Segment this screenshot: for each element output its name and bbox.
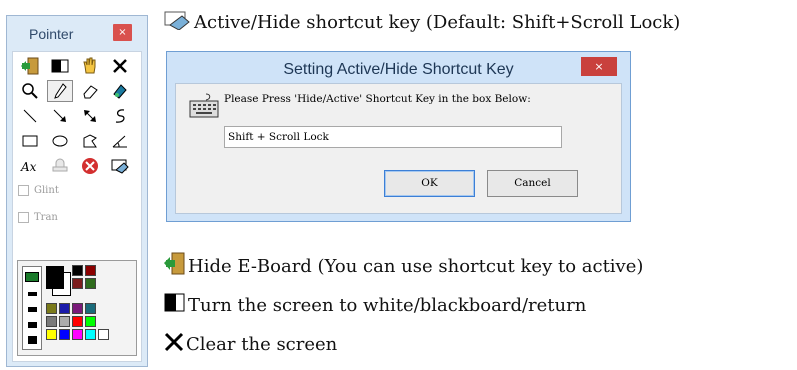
dialog-prompt: Please Press 'Hide/Active' Shortcut Key … bbox=[224, 93, 531, 105]
color-swatch[interactable] bbox=[85, 316, 96, 327]
eraser-icon[interactable] bbox=[77, 80, 103, 102]
color-swatch[interactable] bbox=[85, 329, 96, 340]
pen-width-option[interactable] bbox=[28, 336, 37, 344]
palette-body: Ax Glint Tran bbox=[12, 51, 142, 362]
hide-door-icon[interactable] bbox=[17, 55, 43, 77]
polygon-icon[interactable] bbox=[77, 130, 103, 152]
ok-button[interactable]: OK bbox=[384, 170, 475, 197]
shortcut-key-dialog: Setting Active/Hide Shortcut Key × Pleas… bbox=[166, 51, 631, 222]
magnifier-icon[interactable] bbox=[17, 80, 43, 102]
help-line-turn-screen: Turn the screen to white/blackboard/retu… bbox=[164, 293, 586, 318]
color-swatch[interactable] bbox=[59, 329, 70, 340]
arrow-icon[interactable] bbox=[47, 105, 73, 127]
rectangle-icon[interactable] bbox=[17, 130, 43, 152]
curve-icon[interactable] bbox=[107, 105, 133, 127]
color-swatch[interactable] bbox=[85, 278, 96, 289]
color-swatch[interactable] bbox=[46, 303, 57, 314]
pen-width-option[interactable] bbox=[28, 322, 37, 328]
color-swatch[interactable] bbox=[72, 303, 83, 314]
color-swatch[interactable] bbox=[59, 303, 70, 314]
dialog-body: Please Press 'Hide/Active' Shortcut Key … bbox=[175, 83, 622, 214]
hand-icon[interactable] bbox=[77, 55, 103, 77]
help-line-active-hide: Active/Hide shortcut key (Default: Shift… bbox=[164, 10, 680, 35]
pen-icon[interactable] bbox=[47, 80, 73, 102]
highlighter-icon[interactable] bbox=[107, 80, 133, 102]
cancel-button[interactable]: Cancel bbox=[487, 170, 578, 197]
hide-board-text: Hide E-Board (You can use shortcut key t… bbox=[188, 256, 644, 277]
dialog-close-button[interactable]: × bbox=[581, 57, 617, 76]
shortcut-icon bbox=[164, 10, 192, 35]
clear-screen-text: Clear the screen bbox=[186, 334, 338, 355]
pen-width-selector[interactable] bbox=[22, 266, 42, 350]
color-swatch[interactable] bbox=[85, 265, 96, 276]
tran-checkbox[interactable] bbox=[18, 212, 29, 223]
current-color-indicator bbox=[46, 266, 71, 296]
color-swatch[interactable] bbox=[72, 265, 83, 276]
tran-label: Tran bbox=[34, 212, 58, 223]
tran-checkbox-row[interactable]: Tran bbox=[18, 212, 58, 223]
color-swatch[interactable] bbox=[46, 329, 57, 340]
shortcut-key-field[interactable]: Shift + Scroll Lock bbox=[224, 126, 562, 148]
palette-close-button[interactable]: × bbox=[113, 24, 132, 41]
line-icon[interactable] bbox=[17, 105, 43, 127]
help-line-hide-board: Hide E-Board (You can use shortcut key t… bbox=[164, 252, 643, 281]
hide-door-icon bbox=[164, 252, 186, 281]
glint-checkbox-row[interactable]: Glint bbox=[18, 185, 59, 196]
keyboard-icon bbox=[189, 92, 219, 126]
color-swatch[interactable] bbox=[85, 303, 96, 314]
angle-icon[interactable] bbox=[107, 130, 133, 152]
pen-width-option[interactable] bbox=[28, 292, 37, 296]
shortcut-icon[interactable] bbox=[107, 155, 133, 177]
text-icon[interactable]: Ax bbox=[17, 155, 43, 177]
glint-checkbox[interactable] bbox=[18, 185, 29, 196]
foreground-color-box bbox=[46, 266, 64, 289]
svg-text:Ax: Ax bbox=[20, 160, 37, 174]
pointer-palette: Pointer × Ax Glint Tran bbox=[6, 15, 148, 367]
clear-icon bbox=[164, 332, 184, 357]
ellipse-icon[interactable] bbox=[47, 130, 73, 152]
active-hide-text: Active/Hide shortcut key (Default: Shift… bbox=[194, 12, 681, 33]
tool-grid: Ax bbox=[17, 55, 137, 180]
dialog-title: Setting Active/Hide Shortcut Key bbox=[283, 61, 514, 78]
glint-label: Glint bbox=[34, 185, 59, 196]
pen-width-option-selected[interactable] bbox=[25, 272, 39, 282]
pen-settings-panel bbox=[17, 260, 137, 356]
turn-screen-text: Turn the screen to white/blackboard/retu… bbox=[188, 295, 587, 316]
color-swatch[interactable] bbox=[72, 316, 83, 327]
stamp-icon bbox=[47, 155, 73, 177]
color-swatch[interactable] bbox=[98, 329, 109, 340]
screen-toggle-icon bbox=[164, 293, 186, 318]
help-line-clear-screen: Clear the screen bbox=[164, 332, 337, 357]
pen-width-option[interactable] bbox=[28, 307, 37, 312]
double-arrow-icon[interactable] bbox=[77, 105, 103, 127]
clear-icon[interactable] bbox=[107, 55, 133, 77]
screen-toggle-icon[interactable] bbox=[47, 55, 73, 77]
exit-icon[interactable] bbox=[77, 155, 103, 177]
color-swatch[interactable] bbox=[46, 316, 57, 327]
color-swatch[interactable] bbox=[72, 278, 83, 289]
color-swatch[interactable] bbox=[59, 316, 70, 327]
palette-title: Pointer bbox=[29, 26, 74, 42]
color-swatch[interactable] bbox=[72, 329, 83, 340]
